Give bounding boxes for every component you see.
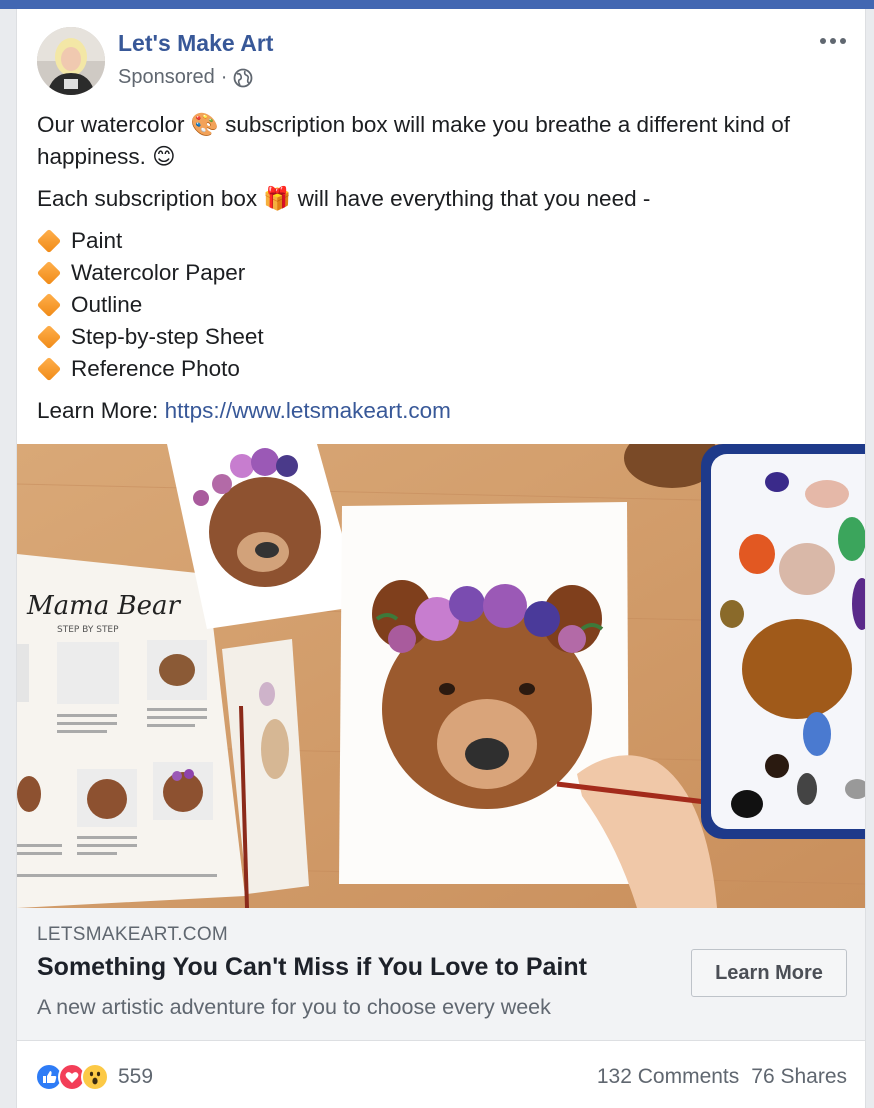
page-avatar[interactable] [37, 27, 105, 95]
post-footer: 559 132 Comments 76 Shares [17, 1041, 865, 1108]
post-image[interactable]: Mama Bear STEP BY STEP [17, 444, 865, 908]
reaction-count[interactable]: 559 [118, 1065, 153, 1089]
learn-more-prefix: Learn More: [37, 398, 159, 423]
page-name-link[interactable]: Let's Make Art [118, 30, 273, 57]
link-preview[interactable]: LETSMAKEART.COM Something You Can't Miss… [17, 908, 865, 1041]
sponsored-post-card: Let's Make Art Sponsored · Our watercolo… [16, 9, 866, 1108]
list-item-text: Reference Photo [71, 356, 240, 381]
comments-count[interactable]: 132 Comments [597, 1065, 739, 1089]
link-headline[interactable]: Something You Can't Miss if You Love to … [37, 953, 587, 982]
list-item-text: Paint [71, 228, 123, 253]
post-text: Our watercolor 🎨 subscription box will m… [36, 109, 837, 427]
sheet-title: Mama Bear [26, 591, 182, 621]
orange-diamond-icon [36, 292, 62, 318]
reactions-summary[interactable]: 559 [35, 1063, 153, 1091]
list-item: Outline [36, 289, 837, 321]
shares-count[interactable]: 76 Shares [751, 1065, 847, 1089]
link-domain: LETSMAKEART.COM [37, 924, 229, 945]
orange-diamond-icon [36, 324, 62, 350]
website-link[interactable]: https://www.letsmakeart.com [165, 398, 451, 423]
post-paragraph-2: Each subscription box 🎁 will have everyt… [37, 186, 651, 211]
more-options-icon[interactable] [813, 27, 853, 55]
sponsored-label[interactable]: Sponsored [118, 66, 215, 89]
link-description: A new artistic adventure for you to choo… [37, 995, 551, 1019]
post-paragraph-1: Our watercolor 🎨 subscription box will m… [37, 112, 790, 169]
meta-separator: · [220, 66, 228, 88]
engagement-counts: 132 Comments 76 Shares [597, 1065, 847, 1089]
wow-reaction-icon [81, 1063, 109, 1091]
globe-icon[interactable] [233, 68, 253, 88]
list-item-text: Step-by-step Sheet [71, 324, 264, 349]
post-meta: Sponsored · [118, 66, 253, 89]
list-item: Reference Photo [36, 353, 837, 385]
learn-more-line: Learn More: https://www.letsmakeart.com [37, 395, 837, 427]
bullet-list: Paint Watercolor Paper Outline Step-by-s… [36, 225, 837, 385]
orange-diamond-icon [36, 356, 62, 382]
top-navigation-bar-edge [0, 0, 874, 9]
list-item-text: Outline [71, 292, 143, 317]
list-item: Paint [36, 225, 837, 257]
list-item: Watercolor Paper [36, 257, 837, 289]
list-item: Step-by-step Sheet [36, 321, 837, 353]
orange-diamond-icon [36, 228, 62, 254]
learn-more-button[interactable]: Learn More [691, 949, 847, 997]
sheet-subtitle: STEP BY STEP [57, 625, 119, 635]
orange-diamond-icon [36, 260, 62, 286]
list-item-text: Watercolor Paper [71, 260, 246, 285]
